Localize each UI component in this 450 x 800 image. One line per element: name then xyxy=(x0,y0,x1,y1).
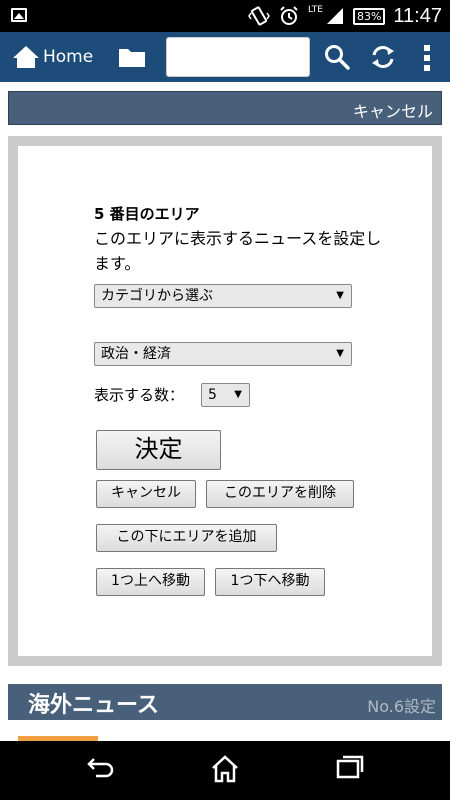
vibrate-icon xyxy=(248,6,270,26)
move-down-button[interactable]: 1つ下へ移動 xyxy=(215,568,325,596)
area-title: 5 番目のエリア xyxy=(94,205,200,223)
home-button[interactable]: Home xyxy=(12,42,93,72)
area-settings-content: 5 番目のエリア このエリアに表示するニュースを設定します。 カテゴリから選ぶ … xyxy=(18,146,432,656)
count-select-value: 5 xyxy=(208,387,217,403)
category-select[interactable]: 政治・経済 ▼ xyxy=(94,342,352,366)
category-select-value: 政治・経済 xyxy=(101,346,171,362)
cancel-bar: キャンセル xyxy=(8,91,442,125)
battery-level: 83% xyxy=(352,7,386,25)
image-notification-icon xyxy=(11,8,27,22)
status-bar: LTE 83% 11:47 xyxy=(0,0,450,32)
section-setting-link[interactable]: No.6設定 xyxy=(367,693,436,717)
news-section-header: 海外ニュース No.6設定 xyxy=(8,684,442,720)
network-type: LTE xyxy=(308,5,323,15)
home-label: Home xyxy=(43,47,94,67)
refresh-icon[interactable] xyxy=(369,44,397,70)
search-icon[interactable] xyxy=(324,44,350,70)
news-section-title: 海外ニュース xyxy=(28,693,159,718)
alarm-icon xyxy=(280,6,298,25)
source-select[interactable]: カテゴリから選ぶ ▼ xyxy=(94,284,352,308)
folder-icon[interactable] xyxy=(118,46,146,68)
area-description: このエリアに表示するニュースを設定します。 xyxy=(94,229,382,273)
home-icon xyxy=(13,46,39,68)
app-toolbar: Home xyxy=(0,32,450,82)
dropdown-arrow-icon: ▼ xyxy=(336,290,344,301)
move-up-button[interactable]: 1つ上へ移動 xyxy=(96,568,205,596)
back-icon[interactable] xyxy=(86,755,116,779)
add-area-below-button[interactable]: この下にエリアを追加 xyxy=(96,524,277,552)
overflow-menu-icon[interactable] xyxy=(420,44,434,72)
source-select-value: カテゴリから選ぶ xyxy=(101,288,213,304)
count-select[interactable]: 5 ▼ xyxy=(201,383,250,407)
count-label: 表示する数： xyxy=(94,386,185,404)
cancel-button[interactable]: キャンセル xyxy=(96,480,196,508)
recent-apps-icon[interactable] xyxy=(336,755,364,779)
dropdown-arrow-icon: ▼ xyxy=(336,348,344,359)
area-settings-panel: 5 番目のエリア このエリアに表示するニュースを設定します。 カテゴリから選ぶ … xyxy=(8,136,442,666)
home-nav-icon[interactable] xyxy=(210,755,240,783)
search-input[interactable] xyxy=(166,37,310,77)
decide-button[interactable]: 決定 xyxy=(96,430,221,470)
clock: 11:47 xyxy=(393,4,442,27)
delete-area-button[interactable]: このエリアを削除 xyxy=(206,480,354,508)
system-nav-bar xyxy=(0,741,450,800)
status-indicators: LTE 83% 11:47 xyxy=(248,0,442,32)
dropdown-arrow-icon: ▼ xyxy=(234,389,242,400)
signal-icon xyxy=(326,8,343,24)
cancel-link[interactable]: キャンセル xyxy=(353,98,433,122)
